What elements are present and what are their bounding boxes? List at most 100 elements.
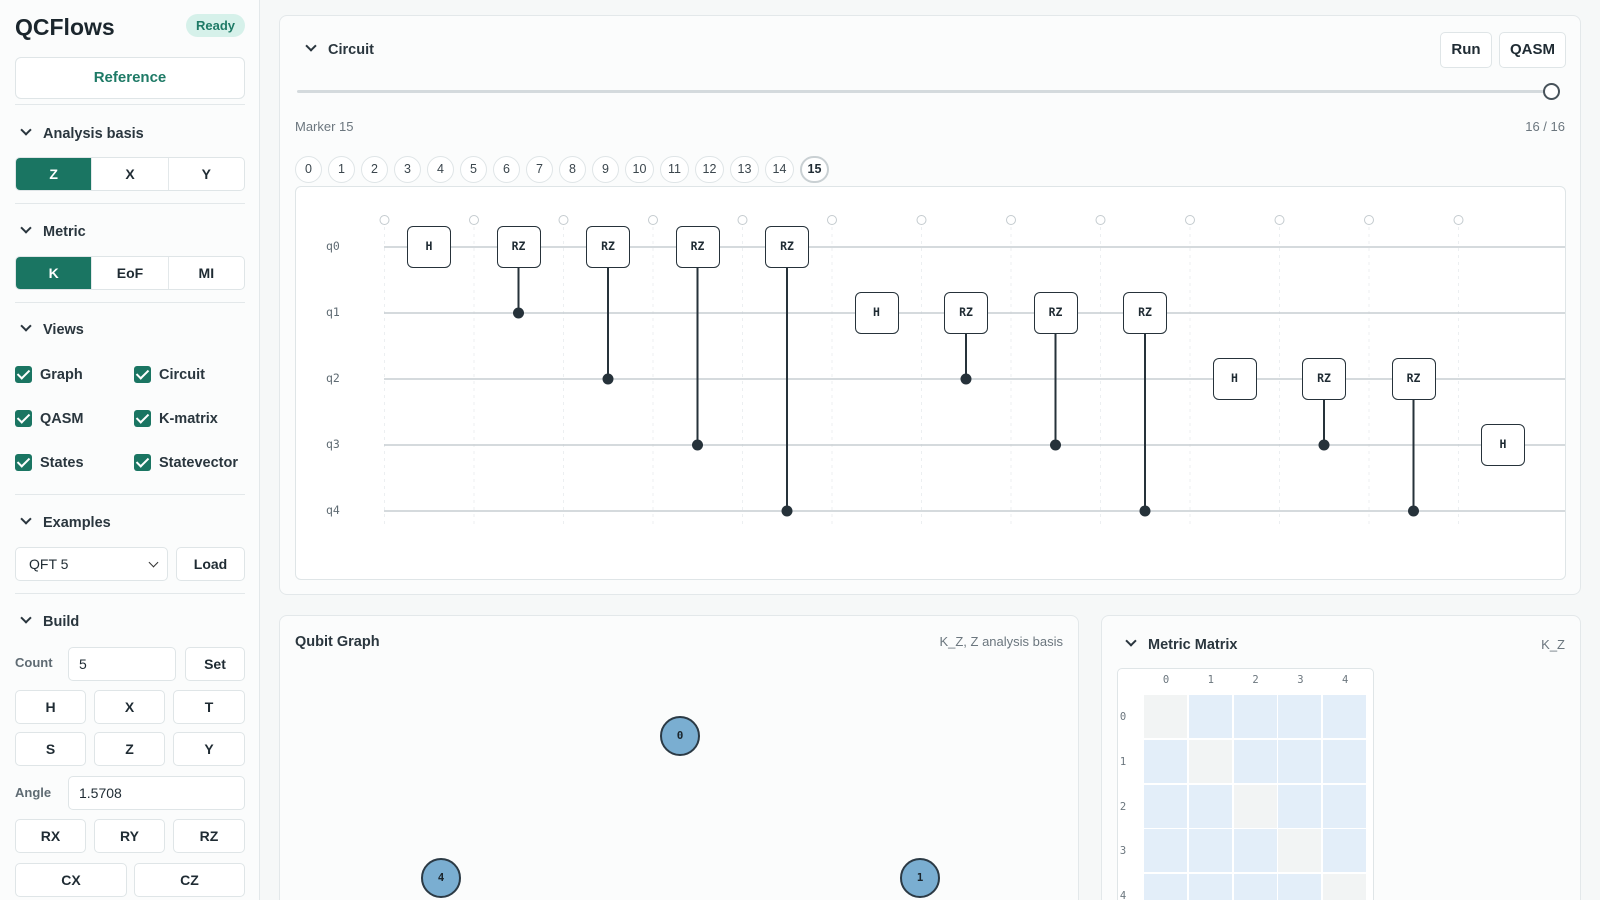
matrix-cell[interactable] <box>1144 739 1188 784</box>
marker-chip[interactable]: 3 <box>394 156 421 183</box>
step-marker-dot[interactable] <box>1185 215 1195 225</box>
gate-rz[interactable]: RZ <box>765 226 809 268</box>
gate-rx-button[interactable]: RX <box>15 819 86 853</box>
gate-cz-button[interactable]: CZ <box>134 863 245 897</box>
marker-chip[interactable]: 11 <box>660 156 689 183</box>
qasm-button[interactable]: QASM <box>1499 32 1566 68</box>
matrix-cell[interactable] <box>1323 874 1368 900</box>
gate-rz[interactable]: RZ <box>675 226 720 268</box>
reference-button[interactable]: Reference <box>15 57 245 99</box>
analysis-basis-header[interactable]: Analysis basis <box>15 126 144 142</box>
matrix-cell[interactable] <box>1188 739 1233 784</box>
examples-select[interactable]: QFT 5 <box>15 547 168 581</box>
step-marker-dot[interactable] <box>827 215 837 225</box>
matrix-cell[interactable] <box>1188 784 1233 829</box>
matrix-cell[interactable] <box>1233 784 1278 829</box>
gate-y-button[interactable]: Y <box>173 732 245 766</box>
matrix-cell[interactable] <box>1188 695 1233 739</box>
marker-chip[interactable]: 1 <box>328 156 355 183</box>
control-dot[interactable] <box>960 373 972 385</box>
metric-matrix-header[interactable]: Metric Matrix <box>1120 637 1237 653</box>
load-example-button[interactable]: Load <box>176 547 245 581</box>
marker-chip[interactable]: 2 <box>361 156 388 183</box>
view-checkbox-graph[interactable]: Graph <box>15 365 83 386</box>
view-checkbox-statevector[interactable]: Statevector <box>134 453 238 474</box>
gate-t-button[interactable]: T <box>173 690 245 724</box>
basis-option-x[interactable]: X <box>91 158 167 190</box>
matrix-cell[interactable] <box>1323 784 1368 829</box>
step-marker-dot[interactable] <box>379 215 390 225</box>
view-checkbox-circuit[interactable]: Circuit <box>134 365 205 386</box>
matrix-cell[interactable] <box>1278 739 1323 784</box>
gate-rz-button[interactable]: RZ <box>173 819 245 853</box>
marker-chip[interactable]: 10 <box>625 156 654 183</box>
control-dot[interactable] <box>692 439 703 451</box>
matrix-cell[interactable] <box>1278 874 1323 900</box>
control-dot[interactable] <box>781 505 793 517</box>
gate-h[interactable]: H <box>1212 358 1257 400</box>
marker-chip[interactable]: 15 <box>800 156 829 183</box>
step-marker-dot[interactable] <box>1006 215 1016 225</box>
count-input[interactable]: 5 <box>68 647 176 681</box>
gate-rz[interactable]: RZ <box>496 226 541 268</box>
gate-z-button[interactable]: Z <box>94 732 165 766</box>
matrix-cell[interactable] <box>1278 695 1323 739</box>
matrix-cell[interactable] <box>1323 739 1368 784</box>
gate-rz[interactable]: RZ <box>586 226 630 268</box>
metric-option-eof[interactable]: EoF <box>91 257 167 289</box>
matrix-cell[interactable] <box>1278 784 1323 829</box>
gate-cx-button[interactable]: CX <box>15 863 127 897</box>
gate-h[interactable]: H <box>407 226 451 268</box>
gate-h-button[interactable]: H <box>15 690 86 724</box>
basis-option-z[interactable]: Z <box>16 158 92 190</box>
matrix-cell[interactable] <box>1144 829 1188 874</box>
gate-s-button[interactable]: S <box>15 732 86 766</box>
step-marker-dot[interactable] <box>469 215 479 225</box>
matrix-cell[interactable] <box>1188 829 1233 874</box>
gate-rz[interactable]: RZ <box>1123 292 1167 334</box>
control-dot[interactable] <box>1139 505 1151 517</box>
matrix-cell[interactable] <box>1144 874 1188 900</box>
circuit-header[interactable]: Circuit <box>300 42 374 58</box>
graph-node[interactable]: 4 <box>421 858 461 898</box>
marker-chip[interactable]: 6 <box>493 156 520 183</box>
marker-chip[interactable]: 13 <box>730 156 759 183</box>
step-marker-dot[interactable] <box>648 215 658 225</box>
control-dot[interactable] <box>513 307 524 319</box>
control-dot[interactable] <box>1318 439 1330 451</box>
graph-node[interactable]: 0 <box>660 716 700 756</box>
matrix-cell[interactable] <box>1233 874 1278 900</box>
angle-input[interactable]: 1.5708 <box>68 776 245 810</box>
marker-chip[interactable]: 9 <box>592 156 619 183</box>
marker-chip[interactable]: 8 <box>559 156 586 183</box>
control-dot[interactable] <box>1408 505 1419 517</box>
basis-option-y[interactable]: Y <box>167 158 244 190</box>
views-header[interactable]: Views <box>15 322 84 338</box>
graph-node[interactable]: 1 <box>900 858 940 898</box>
step-marker-dot[interactable] <box>1453 215 1464 225</box>
control-dot[interactable] <box>1050 439 1061 451</box>
marker-slider-thumb[interactable] <box>1543 83 1560 100</box>
matrix-cell[interactable] <box>1144 695 1188 739</box>
gate-h[interactable]: H <box>854 292 899 334</box>
examples-header[interactable]: Examples <box>15 515 111 531</box>
matrix-cell[interactable] <box>1323 695 1368 739</box>
gate-ry-button[interactable]: RY <box>94 819 165 853</box>
view-checkbox-states[interactable]: States <box>15 453 84 474</box>
marker-chip[interactable]: 4 <box>427 156 454 183</box>
marker-chip[interactable]: 5 <box>460 156 487 183</box>
matrix-cell[interactable] <box>1323 829 1368 874</box>
step-marker-dot[interactable] <box>916 215 927 225</box>
set-count-button[interactable]: Set <box>185 647 245 681</box>
matrix-cell[interactable] <box>1233 695 1278 739</box>
matrix-cell[interactable] <box>1233 739 1278 784</box>
matrix-cell[interactable] <box>1188 874 1233 900</box>
gate-x-button[interactable]: X <box>94 690 165 724</box>
step-marker-dot[interactable] <box>558 215 569 225</box>
step-marker-dot[interactable] <box>1364 215 1374 225</box>
marker-chip[interactable]: 0 <box>295 156 322 183</box>
gate-rz[interactable]: RZ <box>1033 292 1078 334</box>
gate-rz[interactable]: RZ <box>1302 358 1346 400</box>
build-header[interactable]: Build <box>15 614 79 630</box>
metric-option-k[interactable]: K <box>16 257 92 289</box>
